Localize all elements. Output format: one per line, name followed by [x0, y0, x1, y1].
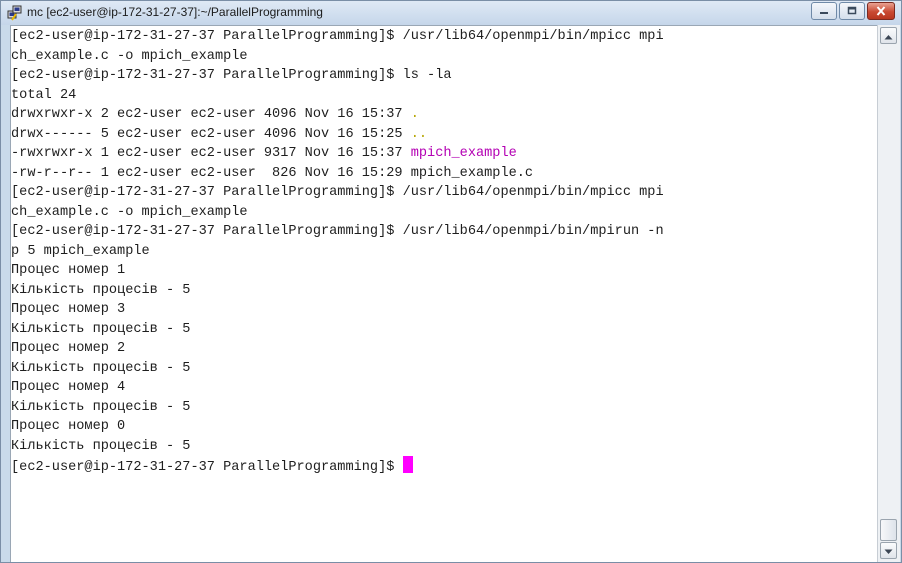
terminal-line: total 24 [11, 87, 77, 103]
terminal-line: Процес номер 3 [11, 302, 126, 317]
close-icon [868, 3, 894, 19]
terminal-line: [ec2-user@ip-172-31-27-37 ParallelProgra… [11, 68, 452, 83]
directory-name: . [410, 107, 419, 122]
terminal-line: [ec2-user@ip-172-31-27-37 ParallelProgra… [11, 224, 664, 239]
vertical-scrollbar[interactable] [877, 25, 900, 562]
terminal-line: Процес номер 0 [11, 419, 126, 434]
terminal-line: ch_example.c -o mpich_example [11, 204, 248, 220]
terminal-line: Кількість процесів - 5 [11, 438, 191, 454]
terminal-line: Процес номер 1 [11, 263, 126, 278]
directory-name: .. [410, 126, 428, 142]
terminal-line: drwxrwxr-x 2 ec2-user ec2-user 4096 Nov … [11, 105, 664, 125]
terminal-line-text: drwx------ 5 ec2-user ec2-user 4096 Nov … [11, 126, 411, 142]
terminal-line: ch_example.c -o mpich_example [11, 48, 248, 64]
minimize-icon [812, 3, 836, 19]
minimize-button[interactable] [811, 2, 837, 20]
terminal-line: [ec2-user@ip-172-31-27-37 ParallelProgra… [11, 185, 664, 200]
terminal-line: Кількість процесів - 5 [11, 399, 191, 415]
close-button[interactable] [867, 2, 895, 20]
terminal-line: -rw-r--r-- 1 ec2-user ec2-user 826 Nov 1… [11, 165, 534, 181]
scroll-down-arrow-icon [884, 542, 893, 560]
terminal-line-text: drwxrwxr-x 2 ec2-user ec2-user 4096 Nov … [11, 107, 411, 122]
terminal-line: Процес номер 4 [11, 380, 126, 395]
scroll-up-button[interactable] [880, 27, 897, 44]
scroll-up-arrow-icon [884, 27, 893, 45]
window-title: mc [ec2-user@ip-172-31-27-37]:~/Parallel… [27, 5, 323, 19]
maximize-icon [840, 3, 864, 19]
maximize-button[interactable] [839, 2, 865, 20]
terminal-window: mc [ec2-user@ip-172-31-27-37]:~/Parallel… [0, 0, 902, 563]
title-bar[interactable]: mc [ec2-user@ip-172-31-27-37]:~/Parallel… [1, 1, 901, 25]
terminal-line: Кількість процесів - 5 [11, 321, 191, 337]
terminal-line: Кількість процесів - 5 [11, 282, 191, 298]
scrollbar-thumb[interactable] [880, 519, 897, 541]
terminal-line: drwx------ 5 ec2-user ec2-user 4096 Nov … [11, 125, 664, 145]
terminal-line-text: -rwxrwxr-x 1 ec2-user ec2-user 9317 Nov … [11, 146, 411, 161]
terminal-line-text: [ec2-user@ip-172-31-27-37 ParallelProgra… [11, 460, 403, 475]
scroll-down-button[interactable] [880, 542, 897, 559]
executable-filename: mpich_example [410, 146, 517, 161]
terminal-screen[interactable]: [ec2-user@ip-172-31-27-37 ParallelProgra… [10, 25, 878, 562]
terminal-line: Кількість процесів - 5 [11, 360, 191, 376]
terminal-line: Процес номер 2 [11, 341, 126, 356]
terminal-output: [ec2-user@ip-172-31-27-37 ParallelProgra… [11, 27, 664, 476]
terminal-line: [ec2-user@ip-172-31-27-37 ParallelProgra… [11, 29, 664, 44]
terminal-line: -rwxrwxr-x 1 ec2-user ec2-user 9317 Nov … [11, 144, 664, 164]
text-cursor [402, 456, 413, 473]
terminal-line: p 5 mpich_example [11, 243, 150, 259]
terminal-line: [ec2-user@ip-172-31-27-37 ParallelProgra… [11, 456, 664, 476]
putty-icon[interactable] [7, 5, 23, 21]
